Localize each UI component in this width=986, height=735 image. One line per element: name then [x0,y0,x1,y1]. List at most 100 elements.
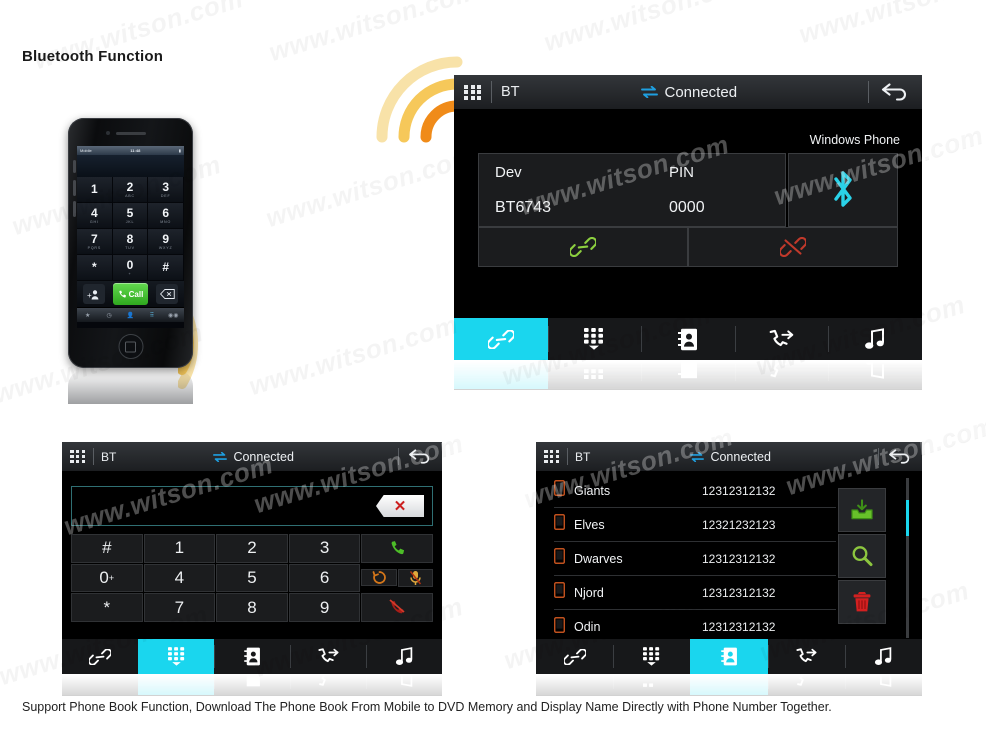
keypad-icon: ⠿ [149,312,155,319]
phone-tab-contacts[interactable]: 👤 [120,312,141,319]
music-note-icon [874,647,892,665]
search-contact-button[interactable] [838,534,886,578]
dial-key[interactable]: 2 [216,534,288,563]
nav-keypad[interactable] [138,639,214,674]
table-row[interactable]: Dwarves 12312312132 [553,542,836,576]
phone-tab-recents[interactable]: ◷ [98,312,119,319]
mute-mic-button[interactable] [397,568,433,587]
dialed-number-display[interactable]: ✕ [71,486,433,526]
page-title: Bluetooth Function [22,48,164,65]
dial-key[interactable]: 1 [143,534,216,563]
dial-key-label: 4 [174,567,185,587]
page-root: Bluetooth Function Mobile 11:48 ▮ 1 2 ABC… [0,0,986,735]
grid-menu-icon[interactable] [544,449,560,464]
dial-key[interactable]: 6 [288,563,361,593]
phone-key[interactable]: 2 ABC [112,177,149,203]
dial-key[interactable]: 5 [216,563,288,593]
phone-key[interactable]: 4 GHI [77,203,113,229]
phone-key-letters: WXYZ [158,246,173,250]
nav-music[interactable] [366,639,442,674]
nav-music[interactable] [828,318,922,360]
nav-music[interactable] [844,639,922,674]
red-end-call-icon [389,599,405,614]
phone-key[interactable]: 9 WXYZ [148,229,184,255]
nav-phonebook[interactable] [641,318,735,360]
dial-key[interactable]: 4 [143,563,216,593]
add-contact-icon[interactable]: + [83,284,105,304]
link-button[interactable] [478,227,688,267]
nav-pair[interactable] [536,639,614,674]
back-arrow-icon[interactable] [406,449,434,464]
contact-number: 12312312132 [702,483,776,498]
dial-key[interactable]: 8 [216,593,288,622]
table-row[interactable]: Elves 12321232123 [553,508,836,542]
phone-key[interactable]: 8 TUV [112,229,149,255]
scrollbar-thumb[interactable] [906,500,909,536]
table-row[interactable]: Njord 12312312132 [553,576,836,610]
phone-home-button[interactable] [118,334,143,359]
phone-keypad: 1 2 ABC 3 DEF 4 GHI 5 JKL 6 MNO 7 PQRS 8 TUV 9W… [77,177,184,281]
dial-keypad: # 1 2 3 0 + 4 5 6 * 7 8 9 [71,534,433,622]
star-icon: ★ [85,312,91,319]
main-screen-reflection [454,347,922,390]
device-value-row[interactable]: BT6743 0000 [479,190,785,226]
back-arrow-icon[interactable] [886,449,914,464]
nav-phonebook[interactable] [690,639,768,674]
unlink-button[interactable] [688,227,898,267]
dial-key[interactable]: * [71,593,143,622]
dial-key[interactable]: # [71,534,143,563]
mobile-phone-icon [553,513,574,535]
dial-key[interactable]: 0 + [71,563,143,593]
table-row[interactable]: Giants 12312312132 [553,474,836,508]
nav-calllog[interactable] [734,318,829,360]
contact-list-scrollbar[interactable] [906,478,909,638]
phone-key[interactable]: 6 MNO [148,203,184,229]
keypad-icon [643,647,660,666]
phone-tab-keypad[interactable]: ⠿ [141,312,162,319]
nav-keypad[interactable] [547,318,642,360]
transfer-arrows-icon [690,451,705,462]
grid-menu-icon[interactable] [70,449,86,464]
backspace-delete-icon[interactable]: ✕ [376,495,424,517]
nav-keypad[interactable] [613,639,691,674]
phone-key-digit: * [91,260,97,274]
bluetooth-icon [834,171,852,207]
phone-key[interactable]: 3 DEF [148,177,184,203]
phone-key[interactable]: 1 [77,177,113,203]
phone-key[interactable]: 5 JKL [112,203,149,229]
paired-phone-card[interactable] [788,153,898,227]
delete-contact-button[interactable] [838,580,886,624]
nav-calllog[interactable] [290,639,366,674]
phone-key[interactable]: # [148,255,184,281]
grid-menu-icon[interactable] [464,84,482,100]
pin-value: 0000 [669,199,705,216]
backspace-icon[interactable] [156,284,178,304]
phone-status-bar: Mobile 11:48 ▮ [77,146,184,155]
nav-phonebook[interactable] [214,639,290,674]
dial-endcall-button[interactable] [361,593,433,622]
phone-key-letters: TUV [125,246,135,250]
dial-key[interactable]: 3 [288,534,361,563]
download-phonebook-button[interactable] [838,488,886,532]
dial-key-label: # [102,538,112,558]
dial-key-label: 9 [319,597,330,617]
phone-key-letters: PQRS [87,246,102,250]
phone-call-button[interactable]: Call [112,283,149,305]
dial-key[interactable]: 9 [288,593,361,622]
nav-pair[interactable] [454,318,548,360]
phone-key[interactable]: 0 + [112,255,149,281]
dial-key[interactable]: 7 [143,593,216,622]
phone-tab-favorites[interactable]: ★ [77,312,98,319]
phone-tab-voicemail[interactable]: ◉◉ [163,312,184,319]
phone-key-letters: GHI [89,220,99,224]
phone-key[interactable]: * [77,255,113,281]
phone-key[interactable]: 7 PQRS [77,229,113,255]
transfer-call-button[interactable] [361,569,397,587]
nav-calllog[interactable] [767,639,845,674]
phone-key-letters: MNO [160,220,172,224]
status-text: Connected [710,449,771,464]
dial-call-button[interactable] [361,534,433,563]
back-arrow-icon[interactable] [878,83,912,101]
nav-pair[interactable] [62,639,138,674]
phone-key-digit: 2 [126,180,134,194]
